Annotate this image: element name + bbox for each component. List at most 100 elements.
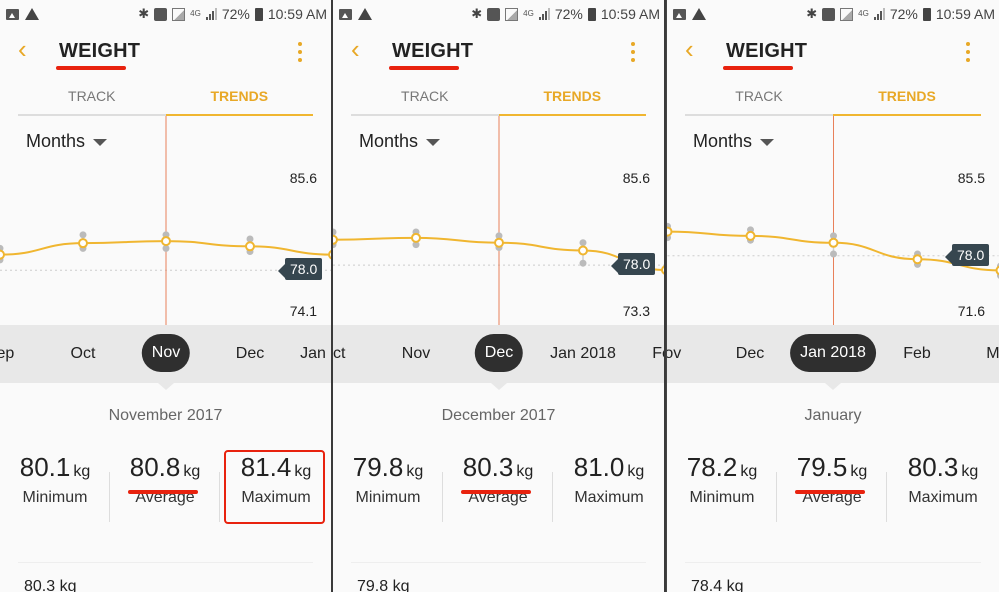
range-max-dot xyxy=(579,239,587,247)
period-title: December 2017 xyxy=(441,407,556,424)
battery-percent: 72% xyxy=(554,6,583,22)
annotation-underline xyxy=(389,66,459,70)
tab-trends[interactable]: TRENDS xyxy=(833,88,981,104)
minimum-value: 80.1 xyxy=(19,452,71,482)
warning-icon xyxy=(358,8,372,20)
tab-bar: TRACK TRENDS xyxy=(18,78,313,116)
unit: kg xyxy=(73,463,91,480)
data-point xyxy=(745,230,756,241)
data-point xyxy=(828,237,839,248)
data-point xyxy=(494,237,504,248)
page-title: WEIGHT xyxy=(59,40,141,62)
month-selected[interactable]: Nov xyxy=(141,334,191,372)
month-item[interactable]: Mar xyxy=(986,345,999,363)
month-item[interactable]: Jan 2018 xyxy=(550,345,616,363)
period-dropdown-label: Months xyxy=(359,131,419,151)
next-entry-value: 79.8 kg xyxy=(357,578,410,592)
bluetooth-icon: ✱ xyxy=(138,6,150,21)
network-type-icon: 4G xyxy=(190,9,201,18)
tab-track[interactable]: TRACK xyxy=(685,88,833,104)
network-type-icon: 4G xyxy=(858,9,869,18)
signal-icon xyxy=(873,8,885,20)
range-max-dot xyxy=(333,228,337,236)
selector-pointer xyxy=(158,383,174,390)
period-dropdown[interactable]: Months xyxy=(359,131,441,152)
month-selected[interactable]: Jan 2018 xyxy=(790,334,876,372)
network-type-icon: 4G xyxy=(523,9,534,18)
range-min-dot xyxy=(579,259,587,267)
maximum-label: Maximum xyxy=(908,489,978,506)
more-options-icon[interactable] xyxy=(631,42,636,62)
range-min-dot xyxy=(830,250,837,258)
clock: 10:59 AM xyxy=(935,6,995,22)
tab-track[interactable]: TRACK xyxy=(18,88,166,104)
month-item[interactable]: Feb xyxy=(652,345,664,363)
maximum-value: 80.3 xyxy=(907,452,959,482)
battery-icon xyxy=(922,7,931,21)
clock: 10:59 AM xyxy=(600,6,660,22)
period-title: January xyxy=(804,407,862,424)
stat-minimum: 80.1 kg Minimum xyxy=(0,452,110,507)
month-item[interactable]: Oct xyxy=(71,345,96,363)
more-options-icon[interactable] xyxy=(298,42,303,62)
dropdown-caret-icon xyxy=(760,139,775,146)
call-icon xyxy=(487,7,501,21)
goal-weight-tooltip: 78.0 xyxy=(944,243,990,266)
tab-track[interactable]: TRACK xyxy=(351,88,499,104)
annotation-underline xyxy=(56,66,126,70)
tab-trends[interactable]: TRENDS xyxy=(166,88,314,104)
month-item[interactable]: Nov xyxy=(402,345,430,363)
data-point xyxy=(411,232,421,243)
month-item[interactable]: Jan 2018 xyxy=(300,345,331,363)
battery-icon xyxy=(254,7,263,21)
clock: 10:59 AM xyxy=(267,6,327,22)
no-signal-icon xyxy=(505,7,519,21)
data-point xyxy=(161,236,171,247)
divider xyxy=(685,562,981,563)
tab-bar: TRACK TRENDS xyxy=(351,78,646,116)
divider xyxy=(18,562,313,563)
divider xyxy=(552,472,553,522)
y-axis-min-label: 74.1 xyxy=(289,303,317,319)
month-item[interactable]: Dec xyxy=(736,345,764,363)
unit: kg xyxy=(740,463,758,480)
minimum-value: 79.8 xyxy=(352,452,404,482)
month-item[interactable]: Nov xyxy=(667,345,681,363)
average-value: 80.8 xyxy=(129,452,181,482)
next-entry-value: 78.4 kg xyxy=(691,578,744,592)
bluetooth-icon: ✱ xyxy=(806,6,818,21)
battery-icon xyxy=(587,7,596,21)
period-dropdown[interactable]: Months xyxy=(26,131,108,152)
stat-minimum: 79.8 kg Minimum xyxy=(333,452,443,507)
data-point xyxy=(667,226,673,237)
weight-screen: ✱ 4G 72% 10:59 AM ‹ WEIGHT TRACK TRENDS … xyxy=(667,0,999,592)
image-notification-icon xyxy=(673,8,686,20)
month-item[interactable]: Oct xyxy=(333,345,345,363)
month-item[interactable]: Dec xyxy=(236,345,264,363)
more-options-icon[interactable] xyxy=(966,42,971,62)
month-selected[interactable]: Dec xyxy=(474,334,524,372)
back-button[interactable]: ‹ xyxy=(351,36,360,62)
month-item[interactable]: Sep xyxy=(0,345,14,363)
back-button[interactable]: ‹ xyxy=(685,36,694,62)
period-dropdown[interactable]: Months xyxy=(693,131,775,152)
unit: kg xyxy=(627,463,645,480)
page-title: WEIGHT xyxy=(392,40,474,62)
back-button[interactable]: ‹ xyxy=(18,36,27,62)
month-selector: Sep Oct Nov Dec Jan 2018 xyxy=(0,325,331,383)
app-bar: ‹ WEIGHT xyxy=(333,28,664,78)
stat-maximum: 80.3 kg Maximum xyxy=(888,452,998,507)
selector-pointer xyxy=(825,383,841,390)
dropdown-caret-icon xyxy=(426,139,441,146)
unit: kg xyxy=(183,463,201,480)
stat-average: 79.5 kg Average xyxy=(777,452,887,507)
month-item[interactable]: Feb xyxy=(903,345,931,363)
image-notification-icon xyxy=(6,8,19,20)
period-dropdown-label: Months xyxy=(693,131,753,151)
stat-minimum: 78.2 kg Minimum xyxy=(667,452,777,507)
status-bar: ✱ 4G 72% 10:59 AM xyxy=(0,0,331,28)
no-signal-icon xyxy=(840,7,854,21)
tab-trends[interactable]: TRENDS xyxy=(499,88,647,104)
signal-icon xyxy=(538,8,550,20)
month-selector: Nov Dec Jan 2018 Feb Mar xyxy=(667,325,999,383)
